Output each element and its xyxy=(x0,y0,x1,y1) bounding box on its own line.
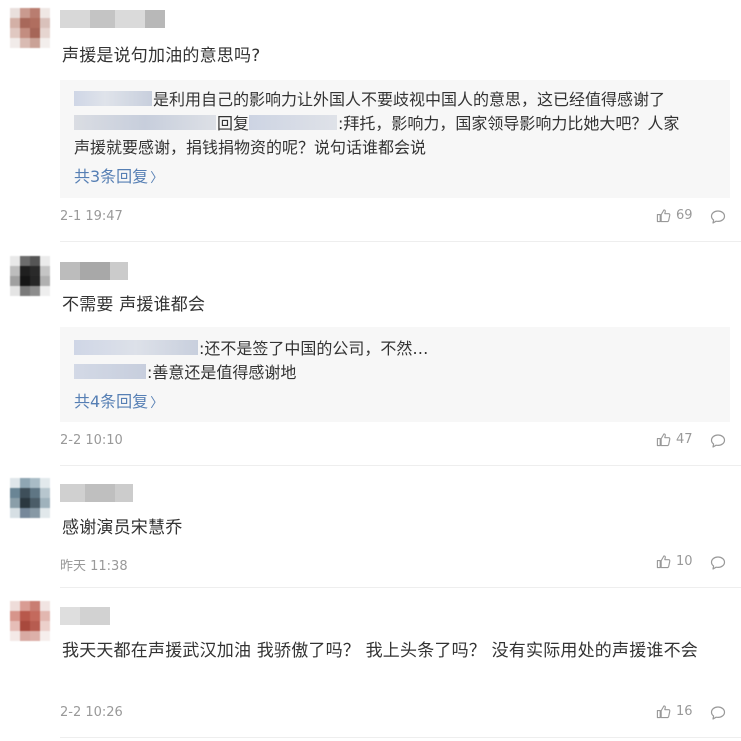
like-button[interactable]: 10 xyxy=(656,554,693,569)
reply-username[interactable] xyxy=(74,115,216,130)
like-count: 47 xyxy=(676,432,693,447)
comment-text: 感谢演员宋慧乔 xyxy=(62,518,183,538)
reply-username[interactable] xyxy=(74,340,198,355)
more-replies-link[interactable]: 共3条回复〉 xyxy=(74,163,163,187)
reply-text: :拜托，影响力，国家领导影响力比她大吧？人家 xyxy=(338,114,680,133)
reply-text: :善意还是值得感谢地 xyxy=(147,363,297,382)
like-button[interactable]: 47 xyxy=(656,432,693,447)
comment-bubble-icon[interactable] xyxy=(710,209,726,225)
thumbs-up-icon xyxy=(656,555,671,569)
comment-bubble-icon[interactable] xyxy=(710,555,726,571)
divider xyxy=(60,737,741,738)
comment-time: 2-2 10:26 xyxy=(60,705,123,720)
like-button[interactable]: 16 xyxy=(656,704,693,719)
comment-time: 2-1 19:47 xyxy=(60,209,123,224)
reply-text: :还不是签了中国的公司，不然… xyxy=(199,339,429,358)
reply-text: 声援就要感谢，捐钱捐物资的呢？说句话谁都会说 xyxy=(74,138,427,157)
more-replies-link[interactable]: 共4条回复〉 xyxy=(74,388,163,412)
reply-target-username[interactable] xyxy=(249,115,338,130)
username[interactable] xyxy=(60,607,110,625)
like-count: 69 xyxy=(676,208,693,223)
reply-line[interactable]: :善意还是值得感谢地 xyxy=(74,361,296,385)
reply-to-label: 回复 xyxy=(217,114,250,133)
reply-username[interactable] xyxy=(74,364,146,379)
like-count: 10 xyxy=(676,554,693,569)
reply-line[interactable]: :还不是签了中国的公司，不然… xyxy=(74,337,428,361)
chevron-right-icon: 〉 xyxy=(150,396,164,411)
reply-box: :还不是签了中国的公司，不然… :善意还是值得感谢地 共4条回复〉 xyxy=(60,327,730,422)
thumbs-up-icon xyxy=(656,433,671,447)
avatar[interactable] xyxy=(10,256,50,296)
comment-text: 声援是说句加油的意思吗? xyxy=(62,46,261,66)
username[interactable] xyxy=(60,10,165,28)
comment-bubble-icon[interactable] xyxy=(710,705,726,721)
comment-time: 昨天 11:38 xyxy=(60,559,128,574)
username[interactable] xyxy=(60,484,133,502)
divider xyxy=(60,465,741,466)
comment-time: 2-2 10:10 xyxy=(60,433,123,448)
avatar[interactable] xyxy=(10,601,50,641)
divider xyxy=(60,587,741,588)
reply-box: 是利用自己的影响力让外国人不要歧视中国人的意思，这已经值得感谢了 回复 :拜托，影… xyxy=(60,80,730,198)
thumbs-up-icon xyxy=(656,705,671,719)
avatar[interactable] xyxy=(10,478,50,518)
comment-text: 我天天都在声援武汉加油 我骄傲了吗？ 我上头条了吗？ 没有实际用处的声援谁不会 xyxy=(62,641,699,661)
divider xyxy=(60,241,741,242)
reply-line[interactable]: 回复 :拜托，影响力，国家领导影响力比她大吧？人家 xyxy=(74,112,679,136)
comment-bubble-icon[interactable] xyxy=(710,433,726,449)
more-replies-label: 共4条回复 xyxy=(74,392,149,411)
avatar[interactable] xyxy=(10,8,50,48)
more-replies-label: 共3条回复 xyxy=(74,167,149,186)
like-count: 16 xyxy=(676,704,693,719)
chevron-right-icon: 〉 xyxy=(150,171,164,186)
like-button[interactable]: 69 xyxy=(656,208,693,223)
reply-username[interactable] xyxy=(74,91,152,106)
reply-text: 是利用自己的影响力让外国人不要歧视中国人的意思，这已经值得感谢了 xyxy=(153,90,666,109)
thumbs-up-icon xyxy=(656,209,671,223)
comment-text: 不需要 声援谁都会 xyxy=(62,295,206,315)
reply-line[interactable]: 是利用自己的影响力让外国人不要歧视中国人的意思，这已经值得感谢了 xyxy=(74,88,665,112)
reply-line-continued: 声援就要感谢，捐钱捐物资的呢？说句话谁都会说 xyxy=(74,136,426,160)
username[interactable] xyxy=(60,262,128,280)
